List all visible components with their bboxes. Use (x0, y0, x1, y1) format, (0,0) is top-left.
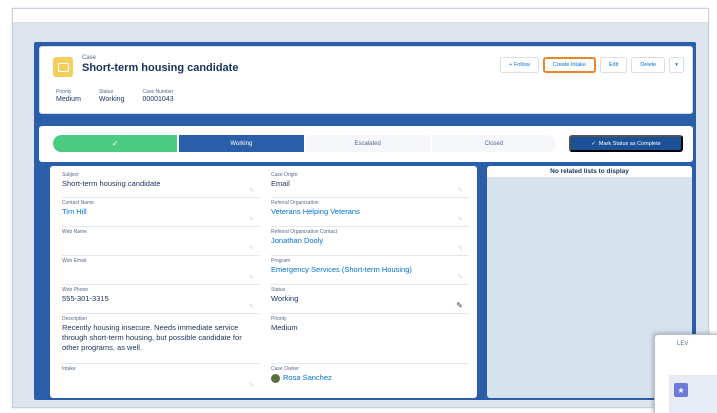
field-label: Case Number (142, 89, 174, 95)
field-value: 555-301-3315 (62, 294, 109, 303)
field-label: Priority (271, 316, 287, 322)
field-label: Program (271, 258, 291, 264)
frame-top-bar (13, 9, 708, 23)
case-origin-field: Case Origin Email ✎ (271, 172, 469, 198)
field-label: Status (98, 89, 114, 95)
checkmark-icon: ✓ (111, 139, 119, 148)
pencil-icon[interactable]: ✎ (249, 245, 254, 252)
pencil-icon[interactable]: ✎ (249, 303, 254, 310)
details-left-column: Subject Short-term housing candidate ✎ C… (62, 172, 260, 392)
web-email-field: Web Email ✎ (62, 258, 260, 285)
star-icon: ★ (674, 383, 688, 397)
delete-button[interactable]: Delete (631, 57, 666, 73)
details-right-column: Case Origin Email ✎ Referral Organizatio… (271, 172, 469, 392)
subject-field: Subject Short-term housing candidate ✎ (62, 172, 260, 198)
field-label: Contact Name (62, 200, 94, 206)
contact-name-field: Contact Name Tim Hill ✎ (62, 200, 260, 227)
avatar (271, 373, 280, 383)
more-actions-button[interactable]: ▾ (669, 57, 684, 73)
pencil-icon[interactable]: ✎ (458, 216, 463, 223)
object-label: Case (82, 55, 97, 61)
referral-organization-field: Referral Organization Veterans Helping V… (271, 200, 469, 227)
field-label: Status (271, 287, 286, 293)
field-value: Email (271, 179, 290, 188)
checkmark-icon: ✓ (591, 140, 596, 147)
field-label: Priority (56, 89, 72, 95)
related-empty-message: No related lists to display (487, 166, 692, 177)
web-phone-field: Web Phone 555-301-3315 ✎ (62, 287, 260, 314)
intake-field: Intake ✎ (62, 366, 260, 392)
status-path: ✓ Working Escalated Closed ✓ Mark Status… (39, 126, 693, 162)
case-number-field: Case Number 00001043 (142, 89, 173, 103)
priority-detail-field: Priority Medium (271, 316, 469, 364)
path-step-escalated[interactable]: Escalated (305, 135, 430, 152)
field-value: Short-term housing candidate (62, 179, 161, 188)
field-label: Case Owner (271, 366, 299, 372)
pencil-icon[interactable]: ✎ (458, 187, 463, 194)
program-field: Program Emergency Services (Short-term H… (271, 258, 469, 285)
pencil-icon[interactable]: ✎ (249, 274, 254, 281)
mark-status-label: Mark Status as Complete (598, 140, 661, 147)
pencil-icon[interactable]: ✎ (458, 274, 463, 281)
pencil-icon[interactable]: ✎ (249, 187, 254, 194)
field-label: Referral Organization (271, 200, 319, 206)
field-value: Recently housing insecure. Needs immedia… (62, 323, 242, 352)
pencil-icon[interactable]: ✎ (249, 382, 254, 389)
create-intake-button[interactable]: Create Intake (542, 57, 596, 73)
highlight-fields: Priority Medium Status Working Case Numb… (56, 89, 174, 103)
web-name-field: Web Name ✎ (62, 229, 260, 256)
referral-contact-link[interactable]: Jonathan Dooly (271, 236, 469, 246)
case-owner-field: Case Owner Rosa Sanchez (271, 366, 469, 392)
priority-field: Priority Medium (56, 89, 81, 103)
path-step-closed[interactable]: Closed (431, 135, 556, 152)
edit-button[interactable]: Edit (599, 57, 628, 73)
follow-button[interactable]: + Follow (500, 57, 539, 73)
field-value: Working (271, 294, 299, 303)
status-field: Status Working (99, 89, 125, 103)
field-value: Medium (271, 323, 298, 332)
record-header: Case Short-term housing candidate + Foll… (39, 46, 693, 114)
record-title: Short-term housing candidate (82, 62, 239, 74)
status-detail-field: Status Working ✎ (271, 287, 469, 314)
field-label: Intake (62, 366, 76, 372)
pencil-icon[interactable]: ✎ (456, 301, 463, 310)
field-value: Working (98, 96, 125, 103)
pencil-icon[interactable]: ✎ (249, 216, 254, 223)
field-label: Web Email (62, 258, 87, 264)
pencil-icon[interactable]: ✎ (458, 245, 463, 252)
popup-partial-text: LEV (677, 341, 689, 347)
case-owner-value: Rosa Sanchez (271, 373, 469, 383)
description-field: Description Recently housing insecure. N… (62, 316, 260, 364)
details-panel: Subject Short-term housing candidate ✎ C… (50, 166, 477, 398)
field-label: Case Origin (271, 172, 298, 178)
field-label: Referral Organization Contact (271, 229, 338, 235)
program-link[interactable]: Emergency Services (Short-term Housing) (271, 265, 469, 275)
action-buttons: + Follow Create Intake Edit Delete ▾ (500, 57, 684, 73)
contact-link[interactable]: Tim Hill (62, 207, 260, 217)
case-owner-link[interactable]: Rosa Sanchez (283, 373, 332, 383)
field-value: 00001043 (142, 96, 174, 103)
overlapping-window[interactable]: LEV ★ (654, 334, 717, 413)
mark-status-complete-button[interactable]: ✓ Mark Status as Complete (569, 135, 683, 152)
chevron-down-icon: ▾ (675, 62, 678, 68)
case-icon (53, 57, 73, 77)
path-step-complete[interactable]: ✓ (53, 135, 178, 152)
referral-organization-link[interactable]: Veterans Helping Veterans (271, 207, 469, 217)
path-steps: ✓ Working Escalated Closed (53, 135, 558, 152)
referral-contact-field: Referral Organization Contact Jonathan D… (271, 229, 469, 256)
field-label: Web Name (62, 229, 87, 235)
field-label: Description (62, 316, 88, 322)
path-step-working[interactable]: Working (179, 135, 304, 152)
field-label: Web Phone (62, 287, 89, 293)
field-value: Medium (56, 96, 81, 103)
field-label: Subject (62, 172, 79, 178)
